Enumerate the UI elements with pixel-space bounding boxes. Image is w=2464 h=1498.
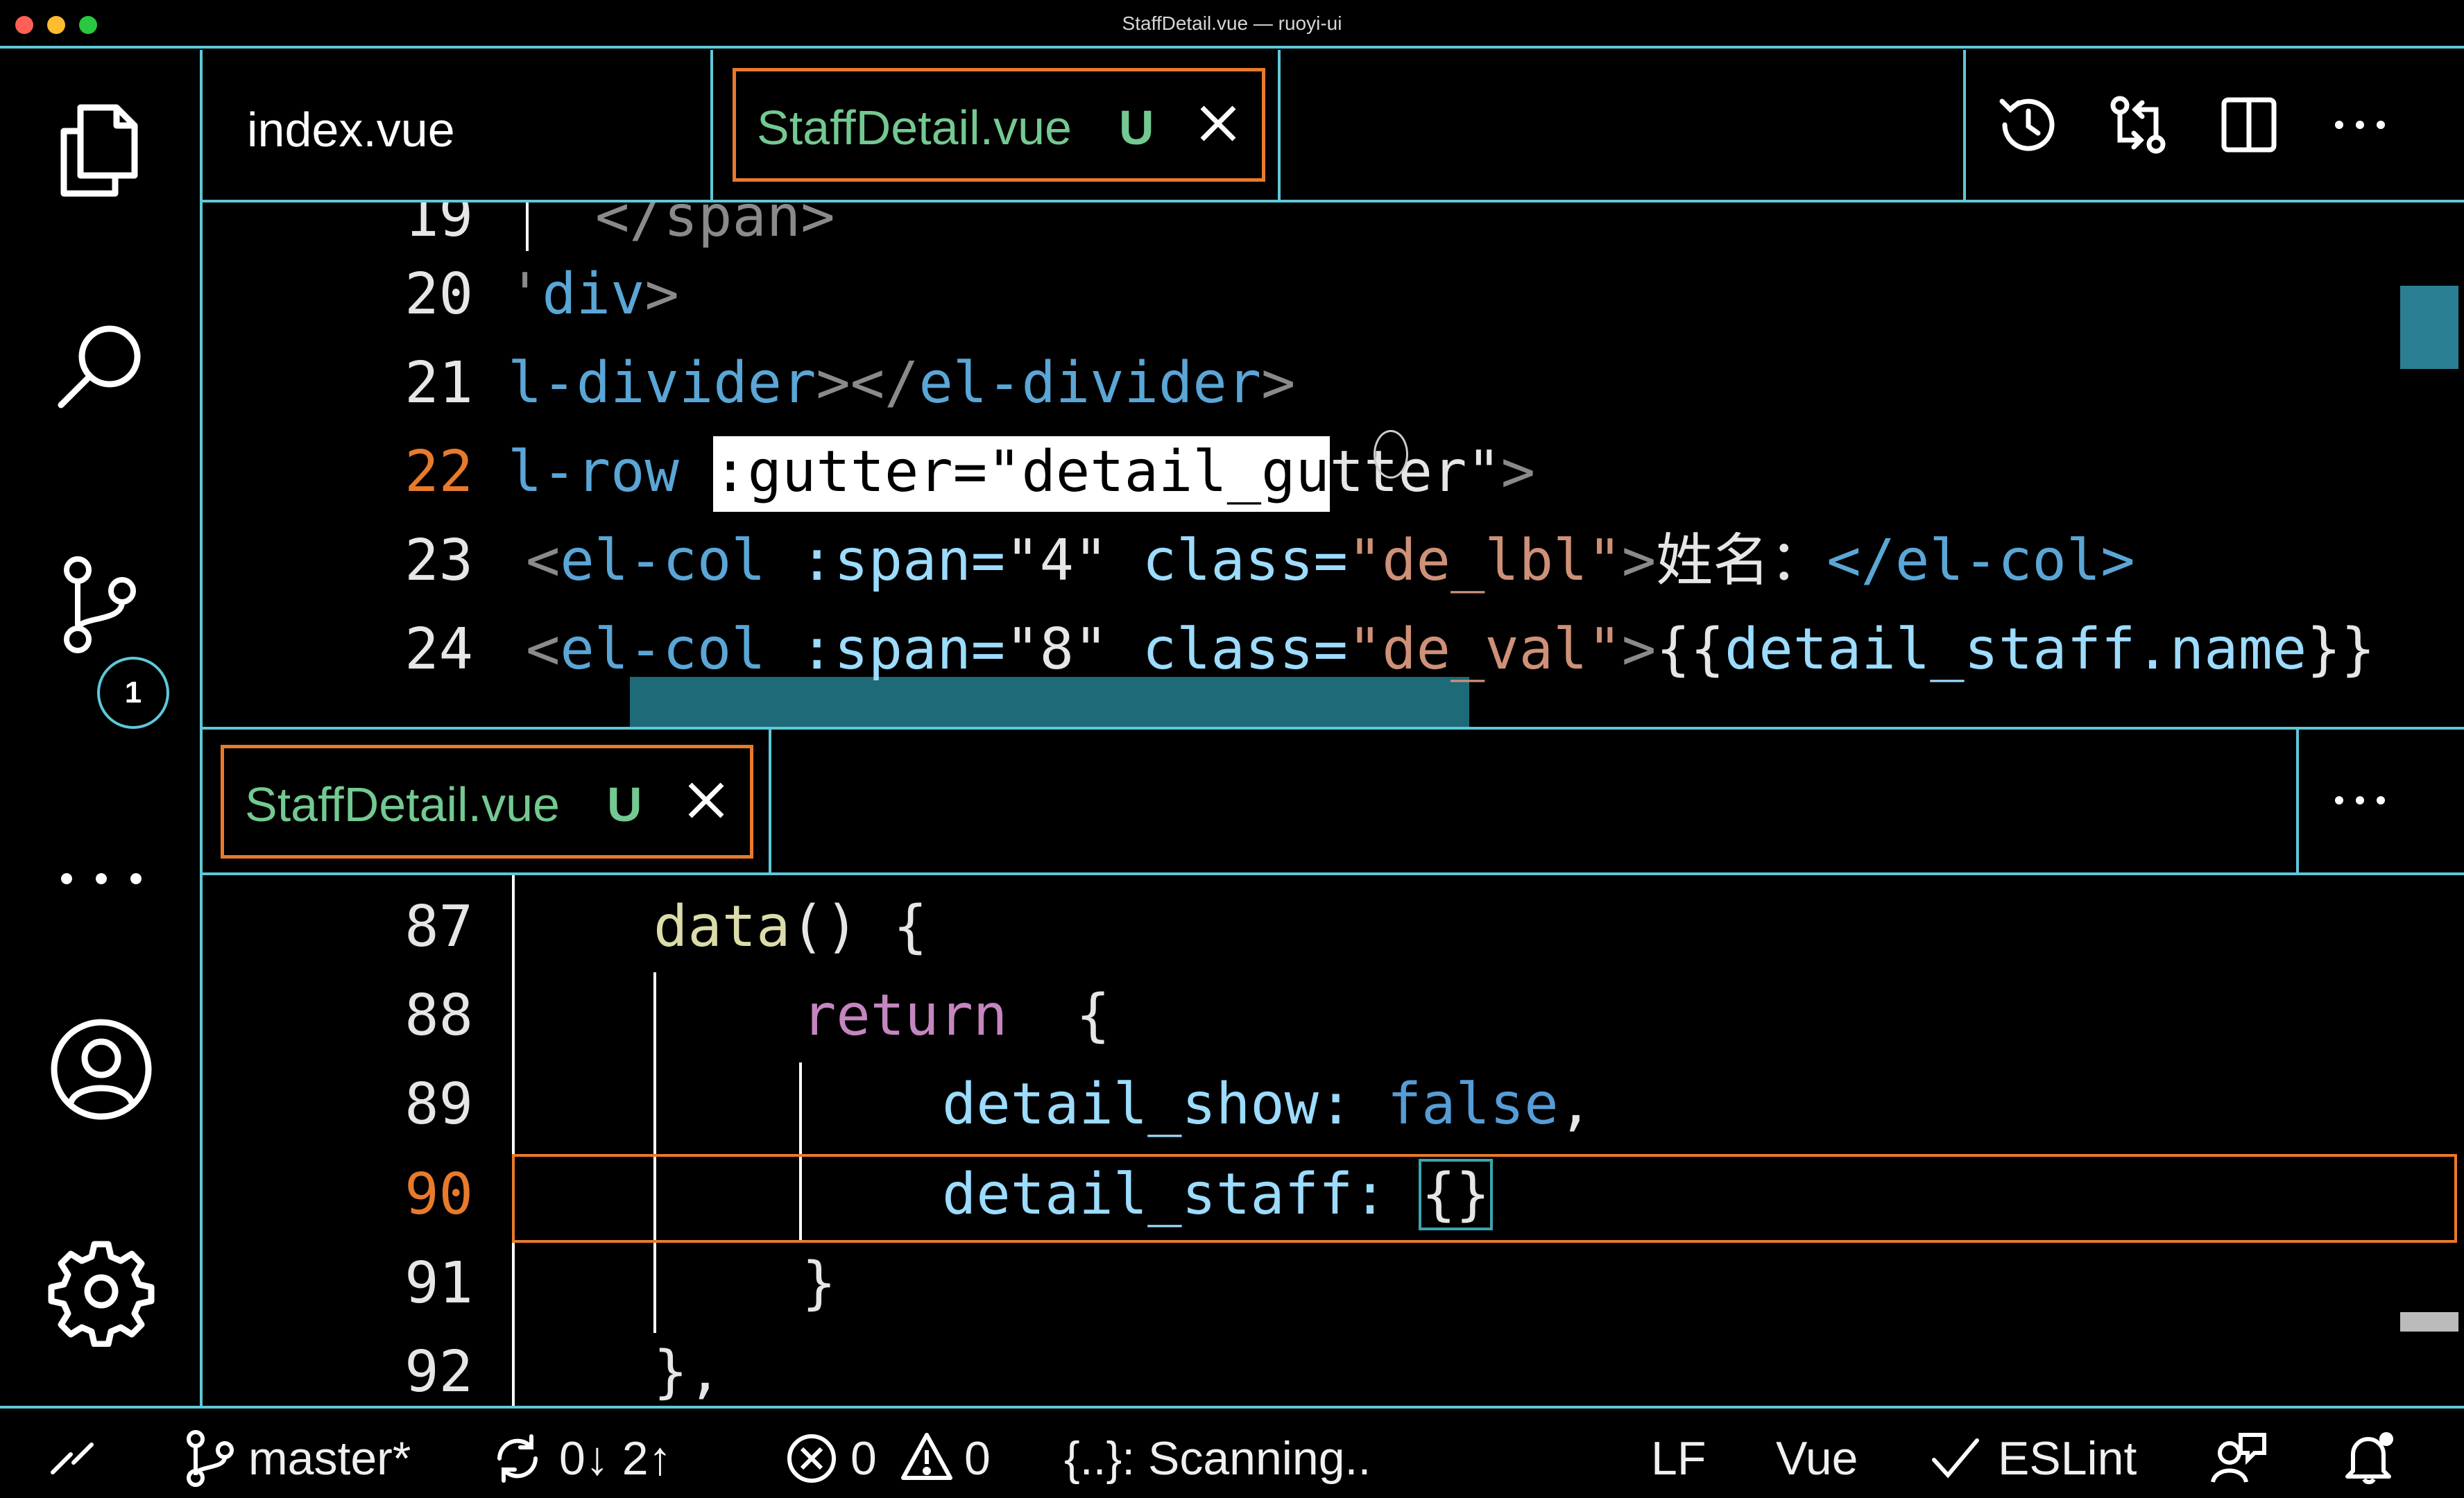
scrollbar-marker xyxy=(2400,1312,2458,1332)
indent-guide xyxy=(653,972,656,1333)
editor-bottom[interactable]: 87 88 89 90 91 92 data() { return { deta… xyxy=(203,875,2464,1406)
text-selection: :gutter="detail_gu xyxy=(713,436,1330,512)
code-line-20: 'div> xyxy=(508,261,679,327)
window-title: StaffDetail.vue — ruoyi-ui xyxy=(1122,12,1342,34)
line-number: 89 xyxy=(404,1071,473,1137)
untracked-badge: U xyxy=(607,777,642,832)
close-tab-icon[interactable] xyxy=(682,776,730,832)
find-widget-bar xyxy=(630,677,1469,727)
scrollbar-thumb[interactable] xyxy=(2400,286,2458,369)
close-tab-icon[interactable] xyxy=(1194,99,1242,155)
status-bar: master* 0↓ 2↑ 0 0 {..}: Scanning.. LF Vu… xyxy=(0,1406,2464,1498)
code-line-23: <el-col :span="4" class="de_lbl">姓名：</el… xyxy=(526,528,2135,594)
line-number: 91 xyxy=(404,1250,473,1316)
code-line-87: data() { xyxy=(653,894,927,960)
line-number: 88 xyxy=(404,983,473,1049)
check-icon xyxy=(1928,1432,1981,1485)
line-number: 19 xyxy=(404,203,473,250)
bracket-match: {} xyxy=(1419,1159,1493,1230)
scanning-status[interactable]: {..}: Scanning.. xyxy=(1064,1435,1371,1482)
settings-gear-icon[interactable] xyxy=(46,1236,157,1348)
timeline-history-icon[interactable] xyxy=(1992,90,2062,160)
explorer-icon[interactable] xyxy=(46,95,157,206)
git-branch-label[interactable]: master* xyxy=(248,1435,411,1482)
eol-indicator[interactable]: LF xyxy=(1651,1435,1706,1482)
warnings-icon[interactable] xyxy=(899,1429,955,1485)
eslint-status[interactable]: ESLint xyxy=(1998,1435,2137,1482)
line-number: 92 xyxy=(404,1339,473,1405)
search-icon[interactable] xyxy=(46,313,157,424)
remote-icon[interactable] xyxy=(46,1431,101,1486)
tab-label: index.vue xyxy=(247,103,455,157)
tab-label: StaffDetail.vue xyxy=(757,101,1072,155)
language-mode[interactable]: Vue xyxy=(1776,1435,1858,1482)
tab-staffdetail-vue-bottom[interactable]: StaffDetail.vue U xyxy=(221,745,753,859)
code-line-90: detail_staff: {} xyxy=(942,1159,1493,1230)
more-actions-icon[interactable] xyxy=(2325,90,2395,160)
git-branch-icon[interactable] xyxy=(182,1429,237,1488)
tab-staffdetail-vue[interactable]: StaffDetail.vue U xyxy=(733,68,1265,182)
more-views-icon[interactable] xyxy=(46,809,157,920)
tab-label: StaffDetail.vue xyxy=(245,777,560,832)
code-line-89: detail_show: false, xyxy=(942,1071,1593,1137)
untracked-badge: U xyxy=(1119,101,1154,155)
warnings-count[interactable]: 0 xyxy=(964,1435,991,1482)
accounts-icon[interactable] xyxy=(46,1014,157,1125)
line-number: 21 xyxy=(404,350,473,416)
line-number: 23 xyxy=(404,528,473,594)
code-line-92: }, xyxy=(653,1339,722,1405)
line-number: 24 xyxy=(404,617,473,682)
split-editor-icon[interactable] xyxy=(2214,90,2284,160)
code-line-88: return { xyxy=(802,983,1111,1049)
line-number-current: 90 xyxy=(404,1162,473,1228)
code-line-21: l-divider></el-divider> xyxy=(508,350,1296,416)
open-changes-icon[interactable] xyxy=(2103,90,2173,160)
sync-status[interactable]: 0↓ 2↑ xyxy=(559,1435,672,1482)
line-number: 87 xyxy=(404,894,473,960)
code-line-19: </span> xyxy=(595,203,835,250)
editor-top[interactable]: 19 20 21 22 23 24 </span> 'div> l-divide… xyxy=(203,203,2464,727)
code-line-24: <el-col :span="8" class="de_val">{{detai… xyxy=(526,617,2375,682)
line-number: 20 xyxy=(404,261,473,327)
feedback-icon[interactable] xyxy=(2210,1429,2268,1488)
sync-icon[interactable] xyxy=(490,1431,545,1486)
activity-bar: 1 xyxy=(0,50,203,1406)
indent-guide xyxy=(512,875,515,1406)
line-number-current: 22 xyxy=(404,439,473,505)
source-control-badge: 1 xyxy=(97,657,169,729)
indent-guide xyxy=(526,203,529,251)
notifications-bell-icon[interactable] xyxy=(2341,1428,2399,1486)
errors-count[interactable]: 0 xyxy=(850,1435,877,1482)
top-tab-bar: index.vue StaffDetail.vue U xyxy=(203,50,2464,203)
errors-icon[interactable] xyxy=(784,1431,839,1486)
title-bar: StaffDetail.vue — ruoyi-ui xyxy=(0,0,2464,49)
source-control-icon[interactable] xyxy=(46,549,157,660)
tab-index-vue[interactable]: index.vue xyxy=(247,105,455,154)
code-line-91: } xyxy=(802,1250,837,1316)
more-actions-icon[interactable] xyxy=(2325,766,2395,835)
bottom-tab-bar: StaffDetail.vue U xyxy=(203,727,2464,875)
mouse-cursor-icon xyxy=(1374,430,1408,479)
